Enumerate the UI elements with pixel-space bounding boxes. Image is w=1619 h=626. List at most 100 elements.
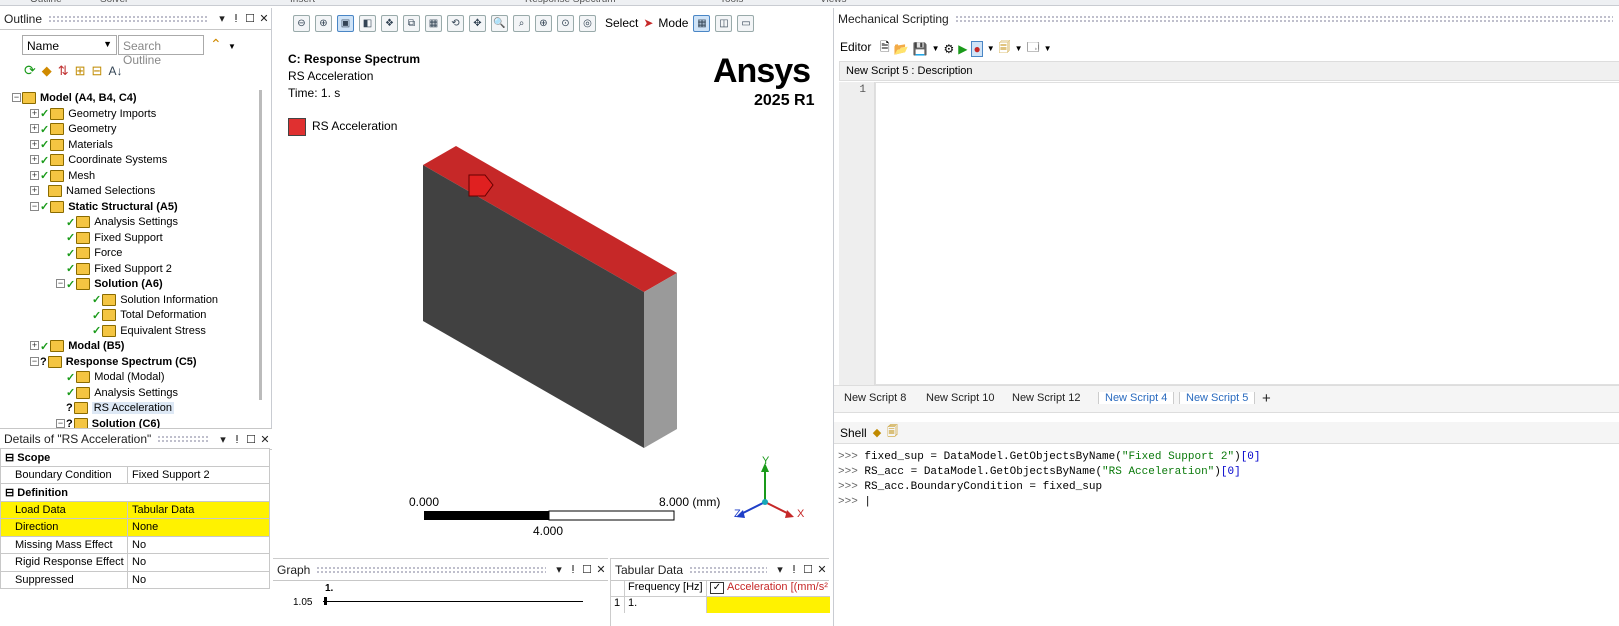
tree-item[interactable]: ✓ Geometry xyxy=(40,121,117,137)
tree-item[interactable]: ✓ Materials xyxy=(40,137,113,153)
expand-all-icon[interactable]: ⊞ xyxy=(75,63,86,79)
tree-expander[interactable]: + xyxy=(30,341,39,350)
tree-item[interactable]: ✓ Mesh xyxy=(40,168,95,184)
maximize-icon[interactable]: ☐ xyxy=(801,563,815,576)
rotate-icon[interactable]: ⟲ xyxy=(447,14,464,32)
tag-icon[interactable]: ◆ xyxy=(42,63,52,79)
panel-menu-icon[interactable]: ▾ xyxy=(773,563,787,576)
zoom-extents-icon[interactable]: ⊙ xyxy=(557,14,574,32)
add-tab-button[interactable]: + xyxy=(1262,390,1271,407)
sort-icon[interactable]: ⇅ xyxy=(58,63,69,79)
maximize-icon[interactable]: ☐ xyxy=(580,563,594,576)
tree-expander[interactable]: + xyxy=(30,170,39,180)
ribbon-tab[interactable]: Views xyxy=(820,0,847,5)
debug-icon[interactable]: ⚙ xyxy=(943,42,954,56)
clear-icon[interactable]: ◆ xyxy=(873,426,881,439)
close-icon[interactable]: ✕ xyxy=(594,563,608,576)
pin-icon[interactable]: ⵑ xyxy=(566,563,580,576)
pin-icon[interactable]: ⵑ xyxy=(230,433,244,446)
tree-item[interactable]: ✓ Static Structural (A5) xyxy=(40,199,178,215)
close-icon[interactable]: ✕ xyxy=(258,433,272,446)
details-row[interactable]: Suppressed No xyxy=(0,570,270,589)
pin-icon[interactable]: ⵑ xyxy=(229,12,243,25)
pan-icon[interactable]: ✥ xyxy=(469,14,486,32)
select-button[interactable]: Select xyxy=(605,16,638,30)
panel-menu-icon[interactable]: ▾ xyxy=(552,563,566,576)
tree-expander[interactable]: + xyxy=(30,186,39,195)
record-icon[interactable]: ● xyxy=(971,40,983,57)
cursor-icon[interactable]: ➤ xyxy=(643,16,653,30)
snippet-icon[interactable]: 🗐 xyxy=(999,38,1011,59)
zoom-select-icon[interactable]: ◎ xyxy=(579,14,596,32)
zoom-in-icon[interactable]: ⊕ xyxy=(535,14,552,32)
tree-item[interactable]: ✓ Modal (Modal) xyxy=(66,369,165,385)
tree-expander[interactable]: + xyxy=(30,155,39,164)
panel-menu-icon[interactable]: ▾ xyxy=(215,12,229,25)
grid-icon[interactable]: ▦ xyxy=(693,14,711,32)
zoom-fit-icon[interactable]: ⊕ xyxy=(315,14,332,32)
close-icon[interactable]: ✕ xyxy=(815,563,829,576)
details-row[interactable]: Missing Mass Effect No xyxy=(0,535,270,554)
chevron-down-icon[interactable]: ▼ xyxy=(228,42,236,51)
tree-item[interactable]: ? RS Acceleration xyxy=(66,400,174,416)
tree-expander[interactable]: − xyxy=(56,279,65,288)
tree-item[interactable]: ✓ Total Deformation xyxy=(92,307,206,323)
tree-item[interactable]: ✓ Geometry Imports xyxy=(40,106,156,122)
alphabetical-sort-icon[interactable]: A↓ xyxy=(108,64,122,78)
ribbon-tab[interactable]: Response Spectrum xyxy=(525,0,616,5)
chevron-down-icon[interactable]: ▼ xyxy=(1015,44,1023,53)
tree-expander[interactable]: − xyxy=(30,201,39,211)
details-row[interactable]: Rigid Response Effect No xyxy=(0,553,270,572)
open-icon[interactable]: 📂 xyxy=(894,42,909,56)
copy-icon[interactable]: 🗐 xyxy=(887,423,898,442)
tree-expander[interactable]: + xyxy=(30,108,39,118)
copy-icon[interactable]: ⧉ xyxy=(403,14,420,32)
settings-icon[interactable]: 🗔 xyxy=(1027,38,1040,59)
search-outline-input[interactable]: Search Outline xyxy=(118,35,204,67)
ribbon-tab[interactable]: Insert xyxy=(290,0,315,5)
acceleration-checkbox[interactable]: ✓ xyxy=(710,582,724,594)
graphics-viewport[interactable]: C: Response Spectrum RS Acceleration Tim… xyxy=(273,8,829,560)
tree-item[interactable]: ✓ Solution Information xyxy=(92,292,218,308)
expand-search-icon[interactable]: ⌃ xyxy=(210,36,222,53)
tree-item[interactable]: ✓ Modal (B5) xyxy=(40,338,124,354)
mode-button[interactable]: Mode xyxy=(658,16,688,30)
chevron-down-icon[interactable]: ▼ xyxy=(1044,44,1052,53)
details-row[interactable]: Load Data Tabular Data xyxy=(0,500,270,519)
tree-expander[interactable]: + xyxy=(30,139,39,149)
window-icon[interactable]: ▭ xyxy=(737,14,755,32)
wireframe-icon[interactable]: ▦ xyxy=(425,14,442,32)
acceleration-cell[interactable] xyxy=(707,597,830,613)
chevron-down-icon[interactable]: ▼ xyxy=(932,44,940,53)
save-icon[interactable]: 💾 xyxy=(913,42,928,56)
details-section[interactable]: ⊟ Definition xyxy=(0,483,270,502)
tree-item[interactable]: ✓ Fixed Support 2 xyxy=(66,261,172,277)
script-tab[interactable]: New Script 5 xyxy=(1179,392,1256,404)
box-icon[interactable]: ◧ xyxy=(359,14,376,32)
refresh-icon[interactable]: ⟳ xyxy=(24,62,36,79)
multi-body-icon[interactable]: ❖ xyxy=(381,14,398,32)
close-icon[interactable]: ✕ xyxy=(257,12,271,25)
tree-item[interactable]: ✓ Coordinate Systems xyxy=(40,152,167,168)
run-icon[interactable]: ▶ xyxy=(958,42,967,56)
tree-item[interactable]: ✓ Analysis Settings xyxy=(66,214,178,230)
tree-item[interactable]: ✓ Force xyxy=(66,245,122,261)
tree-item[interactable]: ✓ Fixed Support xyxy=(66,230,163,246)
outline-filter-select[interactable]: Name ▼ xyxy=(22,35,117,55)
tree-item[interactable]: Model (A4, B4, C4) xyxy=(14,90,137,106)
tree-item[interactable]: Named Selections xyxy=(40,183,155,199)
details-row[interactable]: Direction None xyxy=(0,518,270,537)
details-section[interactable]: ⊟ Scope xyxy=(0,448,270,467)
pin-icon[interactable]: ⵑ xyxy=(787,563,801,576)
tree-expander[interactable]: − xyxy=(56,418,65,428)
outline-scrollbar[interactable] xyxy=(259,90,262,400)
zoom-out-icon[interactable]: ⊖ xyxy=(293,14,310,32)
tree-item[interactable]: ✓ Solution (A6) xyxy=(66,276,163,292)
panel-menu-icon[interactable]: ▾ xyxy=(216,433,230,446)
script-tab[interactable]: New Script 4 xyxy=(1098,392,1175,404)
script-editor[interactable] xyxy=(875,82,1619,385)
script-tab[interactable]: New Script 10 xyxy=(926,392,994,404)
zoom-box-icon[interactable]: ⌕ xyxy=(513,14,530,32)
chevron-down-icon[interactable]: ▼ xyxy=(987,44,995,53)
shell-prompt[interactable]: >>> | xyxy=(838,496,871,508)
